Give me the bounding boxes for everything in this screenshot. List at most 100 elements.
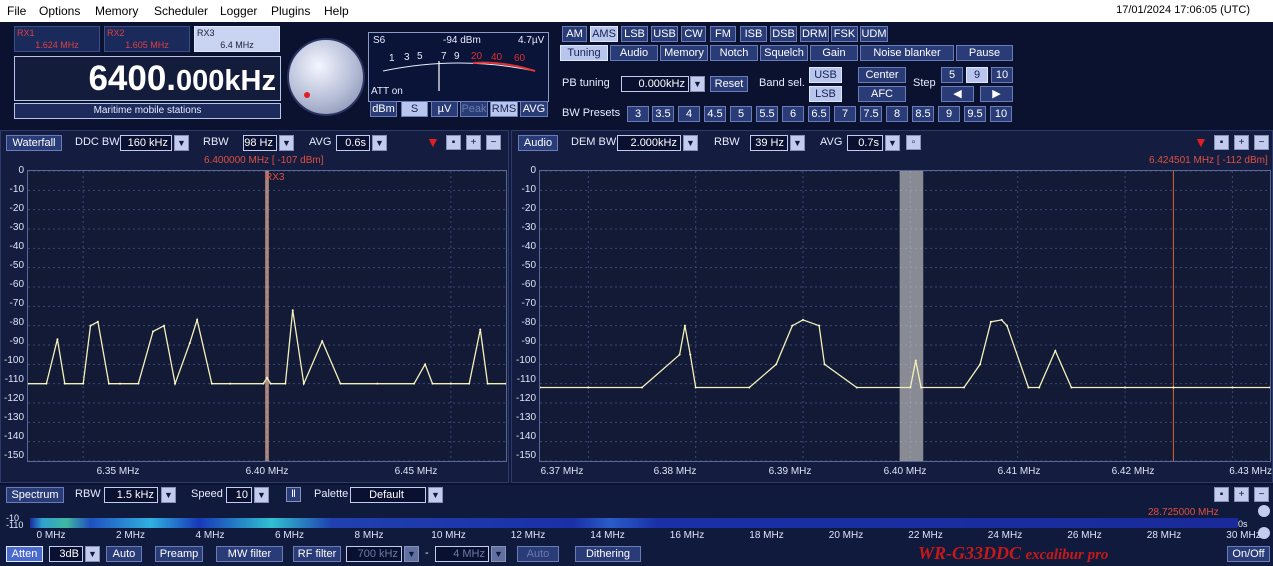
spectrum-rbw-field[interactable]: 1.5 kHz — [104, 487, 158, 503]
zoom-out-icon[interactable]: − — [486, 135, 501, 150]
pause-icon[interactable]: Ⅱ — [286, 487, 301, 502]
ddc-rbw-dropdown-icon[interactable]: ▼ — [279, 135, 294, 151]
rf-low-field[interactable]: 700 kHz — [346, 546, 402, 562]
audio-marker-down-icon[interactable]: ▼ — [1194, 134, 1208, 150]
mode-udm[interactable]: UDM — [860, 26, 888, 42]
mode-fm[interactable]: FM — [710, 26, 736, 42]
audio-button[interactable]: Audio — [518, 135, 558, 151]
spectrum-zoom-out-icon[interactable]: − — [1254, 487, 1269, 502]
ddc-bw-dropdown-icon[interactable]: ▼ — [174, 135, 189, 151]
mode-isb[interactable]: ISB — [740, 26, 767, 42]
meter-s-button[interactable]: S — [401, 101, 428, 117]
reset-button[interactable]: Reset — [710, 76, 748, 92]
menu-help[interactable]: Help — [324, 4, 349, 18]
menu-memory[interactable]: Memory — [95, 4, 138, 18]
pb-tuning-field[interactable]: 0.000kHz — [621, 76, 689, 92]
bw-preset-4.5[interactable]: 4.5 — [704, 106, 726, 122]
mw-filter-button[interactable]: MW filter — [216, 546, 283, 562]
band-lsb-button[interactable]: LSB — [809, 86, 842, 102]
tuning-knob[interactable] — [287, 38, 365, 116]
tab-gain[interactable]: Gain — [810, 45, 858, 61]
meter-dbm-button[interactable]: dBm — [370, 101, 397, 117]
bw-preset-8[interactable]: 8 — [886, 106, 908, 122]
bw-preset-5[interactable]: 5 — [730, 106, 752, 122]
tab-tuning[interactable]: Tuning — [560, 45, 608, 61]
spectrum-button[interactable]: Spectrum — [6, 487, 64, 503]
rf-high-field[interactable]: 4 MHz — [435, 546, 489, 562]
step-left-icon[interactable]: ◀ — [941, 86, 974, 102]
spectrum-waterfall[interactable] — [30, 518, 1238, 528]
step-right-icon[interactable]: ▶ — [980, 86, 1013, 102]
rf-auto-button[interactable]: Auto — [517, 546, 559, 562]
menu-options[interactable]: Options — [39, 4, 80, 18]
audio-spectrum-plot[interactable] — [539, 170, 1271, 462]
marker-down-icon[interactable]: ▼ — [426, 134, 440, 150]
tab-squelch[interactable]: Squelch — [760, 45, 808, 61]
rx2-button[interactable]: RX2 1.605 MHz — [104, 26, 190, 52]
rf-filter-button[interactable]: RF filter — [293, 546, 341, 562]
mode-lsb[interactable]: LSB — [621, 26, 648, 42]
bw-preset-9[interactable]: 9 — [938, 106, 960, 122]
center-button[interactable]: Center — [858, 67, 906, 83]
atten-button[interactable]: Atten — [6, 546, 43, 562]
spectrum-save-icon[interactable]: ▪ — [1214, 487, 1229, 502]
auto-button[interactable]: Auto — [106, 546, 142, 562]
menu-file[interactable]: File — [7, 4, 26, 18]
save-icon[interactable]: ▪ — [446, 135, 461, 150]
pb-tuning-dropdown-icon[interactable]: ▼ — [690, 76, 705, 92]
bw-preset-10[interactable]: 10 — [990, 106, 1012, 122]
ddc-avg-field[interactable]: 0.6s — [336, 135, 370, 151]
preamp-button[interactable]: Preamp — [155, 546, 203, 562]
bw-preset-8.5[interactable]: 8.5 — [912, 106, 934, 122]
on-off-button[interactable]: On/Off — [1227, 546, 1270, 562]
tab-audio[interactable]: Audio — [610, 45, 658, 61]
bw-preset-6[interactable]: 6 — [782, 106, 804, 122]
bw-preset-9.5[interactable]: 9.5 — [964, 106, 986, 122]
speed-dropdown-icon[interactable]: ▼ — [254, 487, 269, 503]
tab-memory[interactable]: Memory — [660, 45, 708, 61]
bw-preset-3.5[interactable]: 3.5 — [652, 106, 674, 122]
bw-preset-5.5[interactable]: 5.5 — [756, 106, 778, 122]
dem-bw-field[interactable]: 2.000kHz — [617, 135, 681, 151]
mode-usb[interactable]: USB — [651, 26, 678, 42]
meter-uv-button[interactable]: µV — [431, 101, 458, 117]
tab-noise-blanker[interactable]: Noise blanker — [860, 45, 954, 61]
menu-plugins[interactable]: Plugins — [271, 4, 310, 18]
spectrum-up-icon[interactable] — [1258, 505, 1270, 517]
mode-dsb[interactable]: DSB — [770, 26, 797, 42]
bw-preset-7.5[interactable]: 7.5 — [860, 106, 882, 122]
palette-field[interactable]: Default — [350, 487, 426, 503]
frequency-display[interactable]: 6400.000kHz — [14, 56, 281, 101]
meter-peak-button[interactable]: Peak — [460, 101, 488, 117]
meter-avg-button[interactable]: AVG — [520, 101, 548, 117]
mode-drm[interactable]: DRM — [800, 26, 829, 42]
lock-icon[interactable]: ▫ — [906, 135, 921, 150]
audio-rbw-field[interactable]: 39 Hz — [750, 135, 788, 151]
zoom-in-icon[interactable]: + — [466, 135, 481, 150]
palette-dropdown-icon[interactable]: ▼ — [428, 487, 443, 503]
atten-field[interactable]: 3dB — [49, 546, 83, 562]
atten-dropdown-icon[interactable]: ▼ — [85, 546, 100, 562]
step-10-button[interactable]: 10 — [991, 67, 1013, 83]
rx1-button[interactable]: RX1 1.624 MHz — [14, 26, 100, 52]
bw-preset-7[interactable]: 7 — [834, 106, 856, 122]
rx3-button[interactable]: RX3 6.4 MHz — [194, 26, 280, 52]
ddc-bw-field[interactable]: 160 kHz — [120, 135, 172, 151]
bw-preset-6.5[interactable]: 6.5 — [808, 106, 830, 122]
audio-zoom-in-icon[interactable]: + — [1234, 135, 1249, 150]
rf-low-dropdown-icon[interactable]: ▼ — [404, 546, 419, 562]
tab-notch[interactable]: Notch — [710, 45, 758, 61]
band-usb-button[interactable]: USB — [809, 67, 842, 83]
audio-zoom-out-icon[interactable]: − — [1254, 135, 1269, 150]
afc-button[interactable]: AFC — [858, 86, 906, 102]
ddc-spectrum-plot[interactable]: RX3 — [27, 170, 507, 462]
mode-ams[interactable]: AMS — [590, 26, 618, 42]
menu-logger[interactable]: Logger — [220, 4, 257, 18]
mode-fsk[interactable]: FSK — [831, 26, 858, 42]
audio-rbw-dropdown-icon[interactable]: ▼ — [790, 135, 805, 151]
menu-scheduler[interactable]: Scheduler — [154, 4, 208, 18]
audio-save-icon[interactable]: ▪ — [1214, 135, 1229, 150]
dem-bw-dropdown-icon[interactable]: ▼ — [683, 135, 698, 151]
mode-am[interactable]: AM — [562, 26, 587, 42]
rf-high-dropdown-icon[interactable]: ▼ — [491, 546, 506, 562]
